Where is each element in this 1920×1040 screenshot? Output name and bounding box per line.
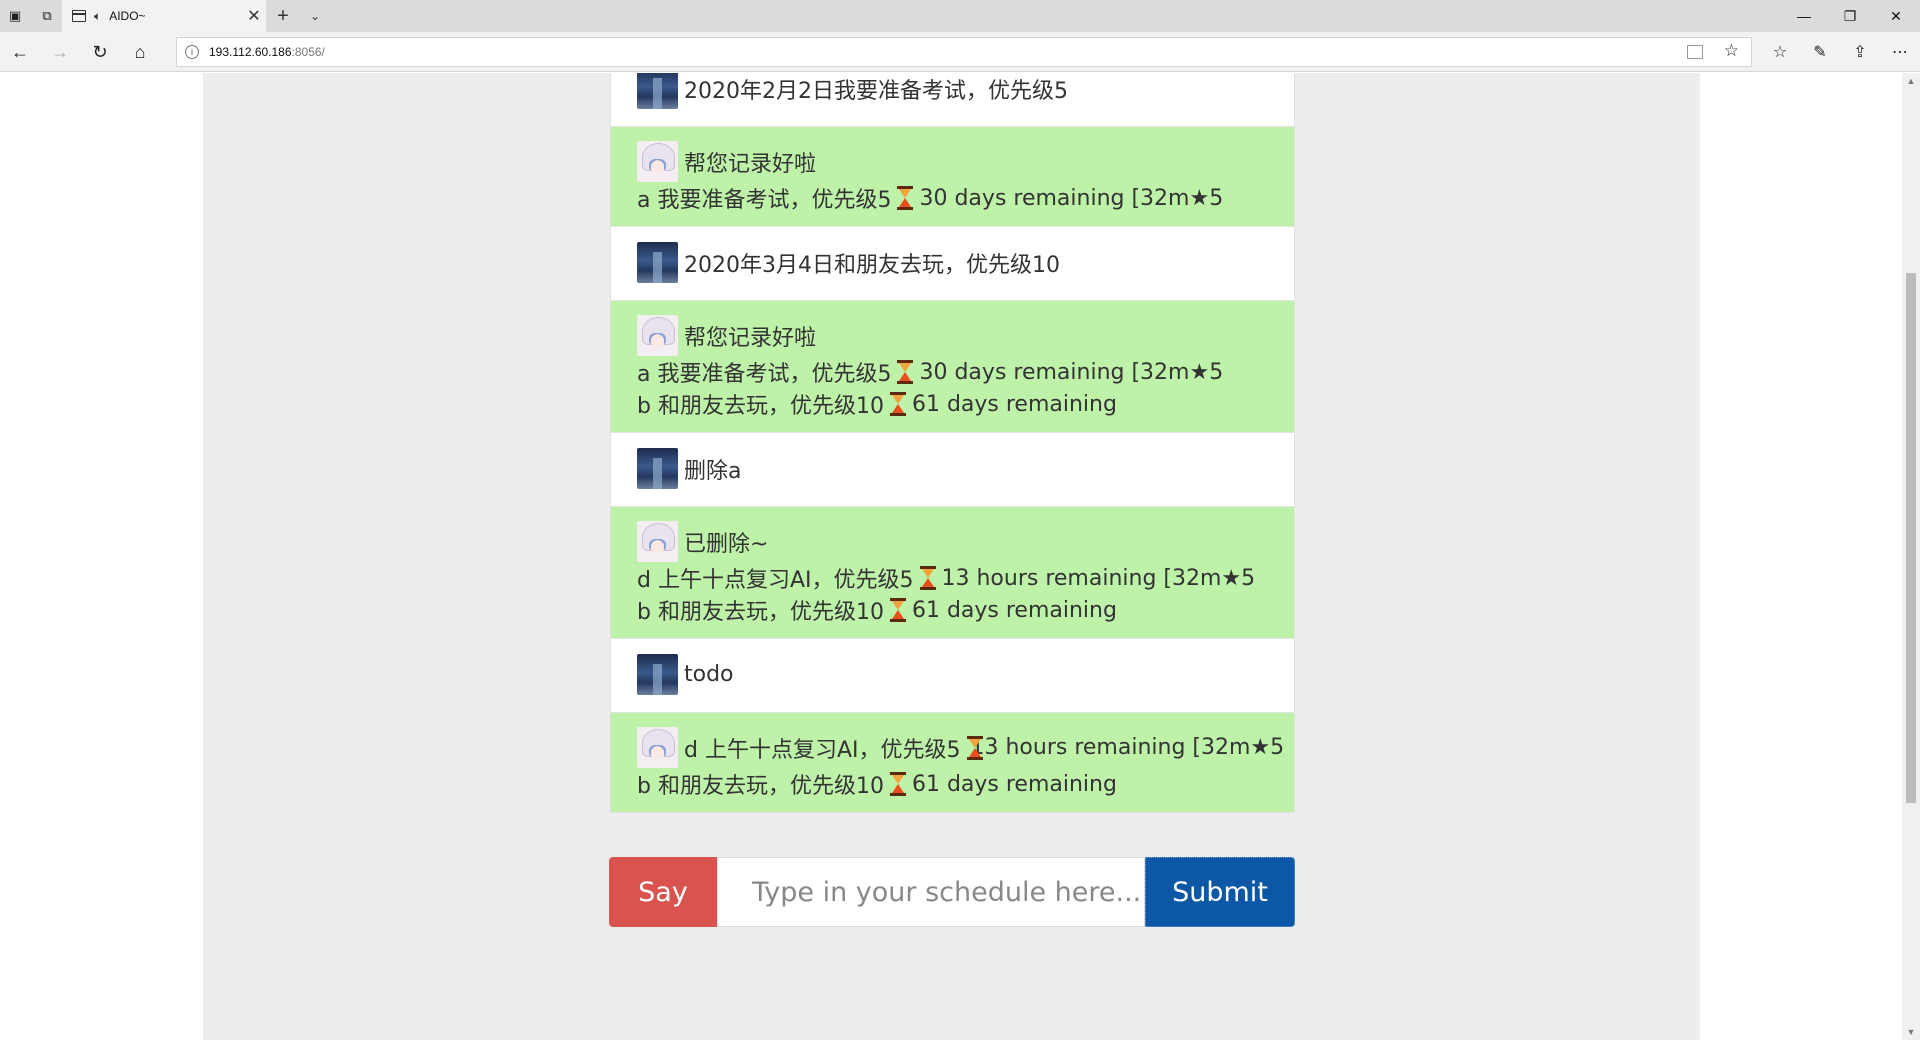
- user-avatar-icon: [637, 242, 678, 283]
- tab-actions-icon[interactable]: ▣: [0, 0, 30, 32]
- remaining-text: 61 days remaining: [911, 391, 1117, 417]
- message-line: b 和朋友去玩，优先级10 61 days remaining: [637, 594, 1268, 626]
- info-icon[interactable]: i: [185, 45, 199, 59]
- schedule-input-bar: Say Submit: [609, 857, 1295, 927]
- message-line: 2020年2月2日我要准备考试，优先级5: [637, 73, 1268, 109]
- pen-icon[interactable]: ✎: [1802, 36, 1838, 68]
- bot-message: 已删除~ d 上午十点复习AI，优先级5 13 hours remaining [3…: [610, 507, 1295, 639]
- message-text: b 和朋友去玩，优先级10: [637, 600, 884, 625]
- submit-button[interactable]: Submit: [1145, 857, 1295, 927]
- tab-strip: ▣ ⧉ 🔈︎ AIDO~ ✕ + ⌄ — ❐ ✕: [0, 0, 1920, 32]
- back-arrow-icon[interactable]: ←: [2, 36, 38, 68]
- speaker-icon[interactable]: 🔈︎: [94, 9, 101, 24]
- user-message: 2020年2月2日我要准备考试，优先级5: [610, 73, 1295, 127]
- favorites-icon[interactable]: ☆: [1762, 36, 1798, 68]
- close-icon[interactable]: ✕: [242, 6, 266, 26]
- share-icon[interactable]: ⇪: [1842, 36, 1878, 68]
- plus-icon[interactable]: +: [270, 0, 296, 32]
- message-line: b 和朋友去玩，优先级10 61 days remaining: [637, 388, 1268, 420]
- hourglass-icon: [889, 392, 907, 416]
- message-line: todo: [637, 654, 1268, 695]
- schedule-input[interactable]: [717, 857, 1145, 927]
- hourglass-icon: [889, 598, 907, 622]
- home-icon[interactable]: ⌂: [122, 36, 158, 68]
- bot-avatar-icon: [637, 727, 678, 768]
- url-port: :8056/: [291, 45, 325, 59]
- message-line: 帮您记录好啦: [637, 141, 1268, 182]
- message-line: d 上午十点复习AI，优先级5 13 hours remaining [32m★5: [637, 727, 1284, 768]
- message-line: 帮您记录好啦: [637, 315, 1268, 356]
- chevron-down-icon[interactable]: ⌄: [302, 0, 328, 32]
- message-text: 已删除~: [684, 531, 769, 557]
- star-icon[interactable]: ☆: [1724, 41, 1739, 61]
- hourglass-icon: [889, 772, 907, 796]
- bot-avatar-icon: [637, 315, 678, 356]
- restore-icon[interactable]: ❐: [1826, 0, 1874, 32]
- message-line: b 和朋友去玩，优先级10 61 days remaining: [637, 768, 1268, 800]
- remaining-text: 13 hours remaining [32m★5: [941, 565, 1256, 591]
- message-text: d 上午十点复习AI，优先级5: [684, 737, 961, 763]
- scroll-up-icon[interactable]: ▲: [1902, 73, 1920, 89]
- tab-title: AIDO~: [109, 9, 146, 23]
- message-line: a 我要准备考试，优先级5 30 days remaining [32m★5: [637, 356, 1268, 388]
- remaining-text: 61 days remaining: [911, 597, 1117, 623]
- user-avatar-icon: [637, 654, 678, 695]
- hourglass-icon: [919, 566, 937, 590]
- user-avatar-icon: [637, 448, 678, 489]
- bot-avatar-icon: [637, 141, 678, 182]
- ellipsis-icon[interactable]: ⋯: [1882, 36, 1918, 68]
- vertical-scrollbar[interactable]: ▲ ▼: [1902, 73, 1920, 1040]
- message-text: 帮您记录好啦: [684, 325, 817, 351]
- bot-message: 帮您记录好啦 a 我要准备考试，优先级5 30 days remaining [32…: [610, 301, 1295, 433]
- user-message: 删除a: [610, 433, 1295, 507]
- address-bar[interactable]: i 193.112.60.186:8056/ ☆: [176, 37, 1752, 67]
- refresh-icon[interactable]: ↻: [82, 36, 118, 68]
- remaining-text: 61 days remaining: [911, 771, 1117, 797]
- message-text: d 上午十点复习AI，优先级5: [637, 568, 914, 593]
- message-text: a 我要准备考试，优先级5: [637, 188, 892, 213]
- user-avatar-icon: [637, 73, 678, 109]
- message-text: 帮您记录好啦: [684, 151, 817, 177]
- url-host: 193.112.60.186: [209, 45, 292, 59]
- page-icon: [72, 10, 86, 22]
- scrollbar-thumb[interactable]: [1906, 273, 1916, 803]
- window-close-icon[interactable]: ✕: [1872, 0, 1920, 32]
- browser-tab[interactable]: 🔈︎ AIDO~ ✕: [62, 0, 266, 32]
- message-line: 已删除~: [637, 521, 1268, 562]
- remaining-text: 13 hours remaining [32m★5: [970, 735, 1285, 760]
- set-aside-tabs-icon[interactable]: ⧉: [32, 0, 62, 32]
- bot-message: d 上午十点复习AI，优先级5 13 hours remaining [32m★5…: [610, 713, 1295, 813]
- message-line: d 上午十点复习AI，优先级5 13 hours remaining [32m★5: [637, 562, 1268, 594]
- address-toolbar: ← → ↻ ⌂ i 193.112.60.186:8056/ ☆ ☆ ✎ ⇪ ⋯: [0, 32, 1920, 72]
- hourglass-icon: [896, 186, 914, 210]
- remaining-text: 30 days remaining [32m★5: [919, 359, 1224, 385]
- say-button[interactable]: Say: [609, 857, 717, 927]
- bot-message: 帮您记录好啦 a 我要准备考试，优先级5 30 days remaining [32…: [610, 127, 1295, 227]
- page-viewport: 2020年2月2日我要准备考试，优先级5 帮您记录好啦 a 我要准备考试，优先级5 3…: [0, 73, 1902, 1040]
- message-line: 2020年3月4日和朋友去玩，优先级10: [637, 242, 1268, 283]
- scroll-down-icon[interactable]: ▼: [1902, 1024, 1920, 1040]
- user-message: todo: [610, 639, 1295, 713]
- message-line: a 我要准备考试，优先级5 30 days remaining [32m★5: [637, 182, 1268, 214]
- remaining-text: 30 days remaining [32m★5: [919, 185, 1224, 211]
- message-text: todo: [684, 662, 734, 687]
- message-text: a 我要准备考试，优先级5: [637, 362, 892, 387]
- message-text: 删除a: [684, 458, 742, 484]
- bot-avatar-icon: [637, 521, 678, 562]
- forward-arrow-icon[interactable]: →: [42, 36, 78, 68]
- minimize-icon[interactable]: —: [1780, 0, 1828, 32]
- message-text: b 和朋友去玩，优先级10: [637, 394, 884, 419]
- message-text: 2020年3月4日和朋友去玩，优先级10: [684, 252, 1060, 278]
- message-text: b 和朋友去玩，优先级10: [637, 774, 884, 799]
- reading-view-icon[interactable]: [1687, 45, 1703, 59]
- message-line: 删除a: [637, 448, 1268, 489]
- chat-log: 2020年2月2日我要准备考试，优先级5 帮您记录好啦 a 我要准备考试，优先级5 3…: [610, 73, 1295, 813]
- hourglass-icon: [896, 360, 914, 384]
- message-text: 2020年2月2日我要准备考试，优先级5: [684, 78, 1068, 104]
- user-message: 2020年3月4日和朋友去玩，优先级10: [610, 227, 1295, 301]
